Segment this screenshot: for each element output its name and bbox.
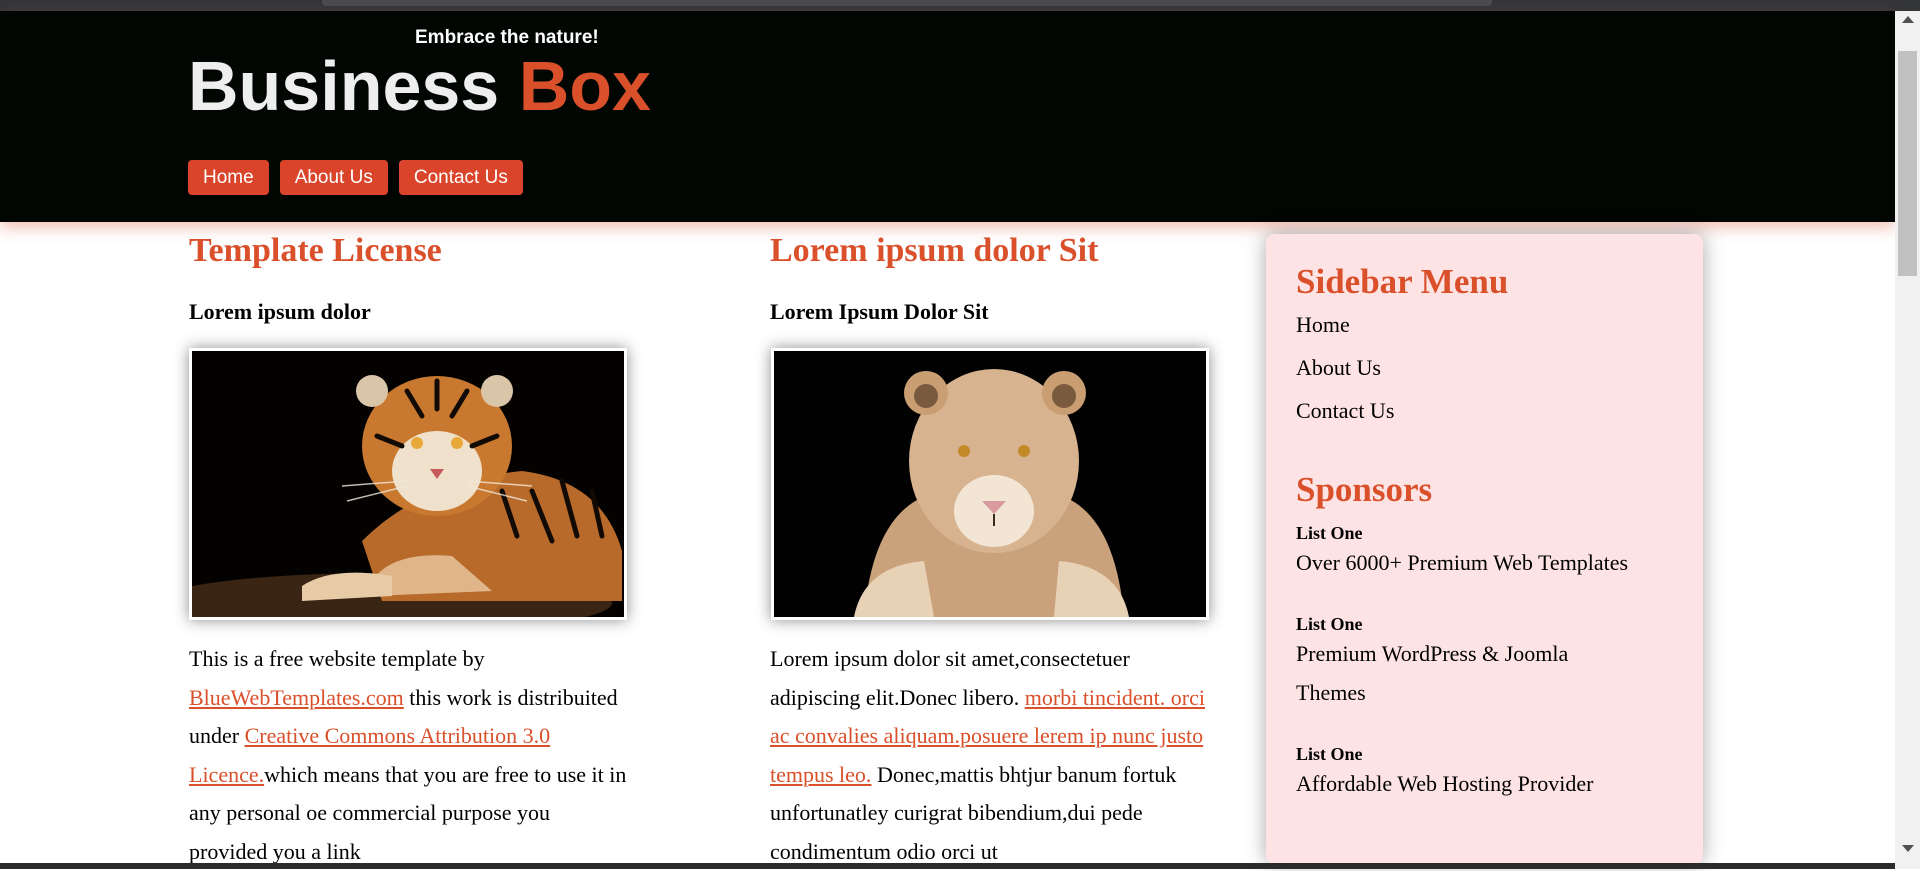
sponsor-3-title: List One xyxy=(1296,744,1363,764)
lioness-image xyxy=(771,348,1209,620)
sidebar-link-contact[interactable]: Contact Us xyxy=(1296,398,1394,424)
bottom-strip xyxy=(0,863,1895,869)
sidebar-menu-heading: Sidebar Menu xyxy=(1296,262,1509,301)
sidebar: Sidebar Menu Home About Us Contact Us Sp… xyxy=(1266,234,1703,864)
site-logo[interactable]: Business Box xyxy=(188,51,651,121)
sponsor-3-text[interactable]: Affordable Web Hosting Provider xyxy=(1296,764,1686,803)
scrollbar-thumb[interactable] xyxy=(1898,51,1917,276)
scroll-down-arrow-icon[interactable] xyxy=(1902,845,1914,852)
sponsor-2-text[interactable]: Premium WordPress & Joomla Themes xyxy=(1296,634,1606,712)
scroll-up-arrow-icon[interactable] xyxy=(1902,16,1914,23)
middle-subheading: Lorem Ipsum Dolor Sit xyxy=(770,299,989,324)
logo-text-accent: Box xyxy=(518,47,651,125)
sponsor-2-title: List One xyxy=(1296,614,1363,634)
nav-contact-button[interactable]: Contact Us xyxy=(398,160,523,195)
vertical-scrollbar[interactable] xyxy=(1895,11,1920,869)
lorem-paragraph: Lorem ipsum dolor sit amet,consectetuer … xyxy=(770,640,1220,871)
bluewebtemplates-link[interactable]: BlueWebTemplates.com xyxy=(189,685,404,710)
sponsor-1-text[interactable]: Over 6000+ Premium Web Templates xyxy=(1296,543,1686,582)
nav-about-button[interactable]: About Us xyxy=(279,160,388,195)
lorem-heading: Lorem ipsum dolor Sit xyxy=(770,232,1099,269)
license-text-1: This is a free website template by xyxy=(189,646,485,671)
nav-home-button[interactable]: Home xyxy=(188,160,269,195)
main-nav: Home About Us Contact Us xyxy=(188,160,523,195)
license-paragraph: This is a free website template by BlueW… xyxy=(189,640,629,871)
site-header: Embrace the nature! Business Box Home Ab… xyxy=(0,11,1895,222)
template-license-heading: Template License xyxy=(189,232,442,269)
browser-tab-strip xyxy=(322,0,1492,6)
browser-top-bar xyxy=(0,0,1920,11)
tagline: Embrace the nature! xyxy=(415,27,599,48)
sidebar-link-about[interactable]: About Us xyxy=(1296,355,1381,381)
sidebar-link-home[interactable]: Home xyxy=(1296,312,1350,338)
sponsors-heading: Sponsors xyxy=(1296,470,1433,509)
left-subheading: Lorem ipsum dolor xyxy=(189,299,371,324)
tiger-image xyxy=(189,348,627,620)
sponsor-1-title: List One xyxy=(1296,523,1363,543)
logo-text-primary: Business xyxy=(188,47,500,125)
